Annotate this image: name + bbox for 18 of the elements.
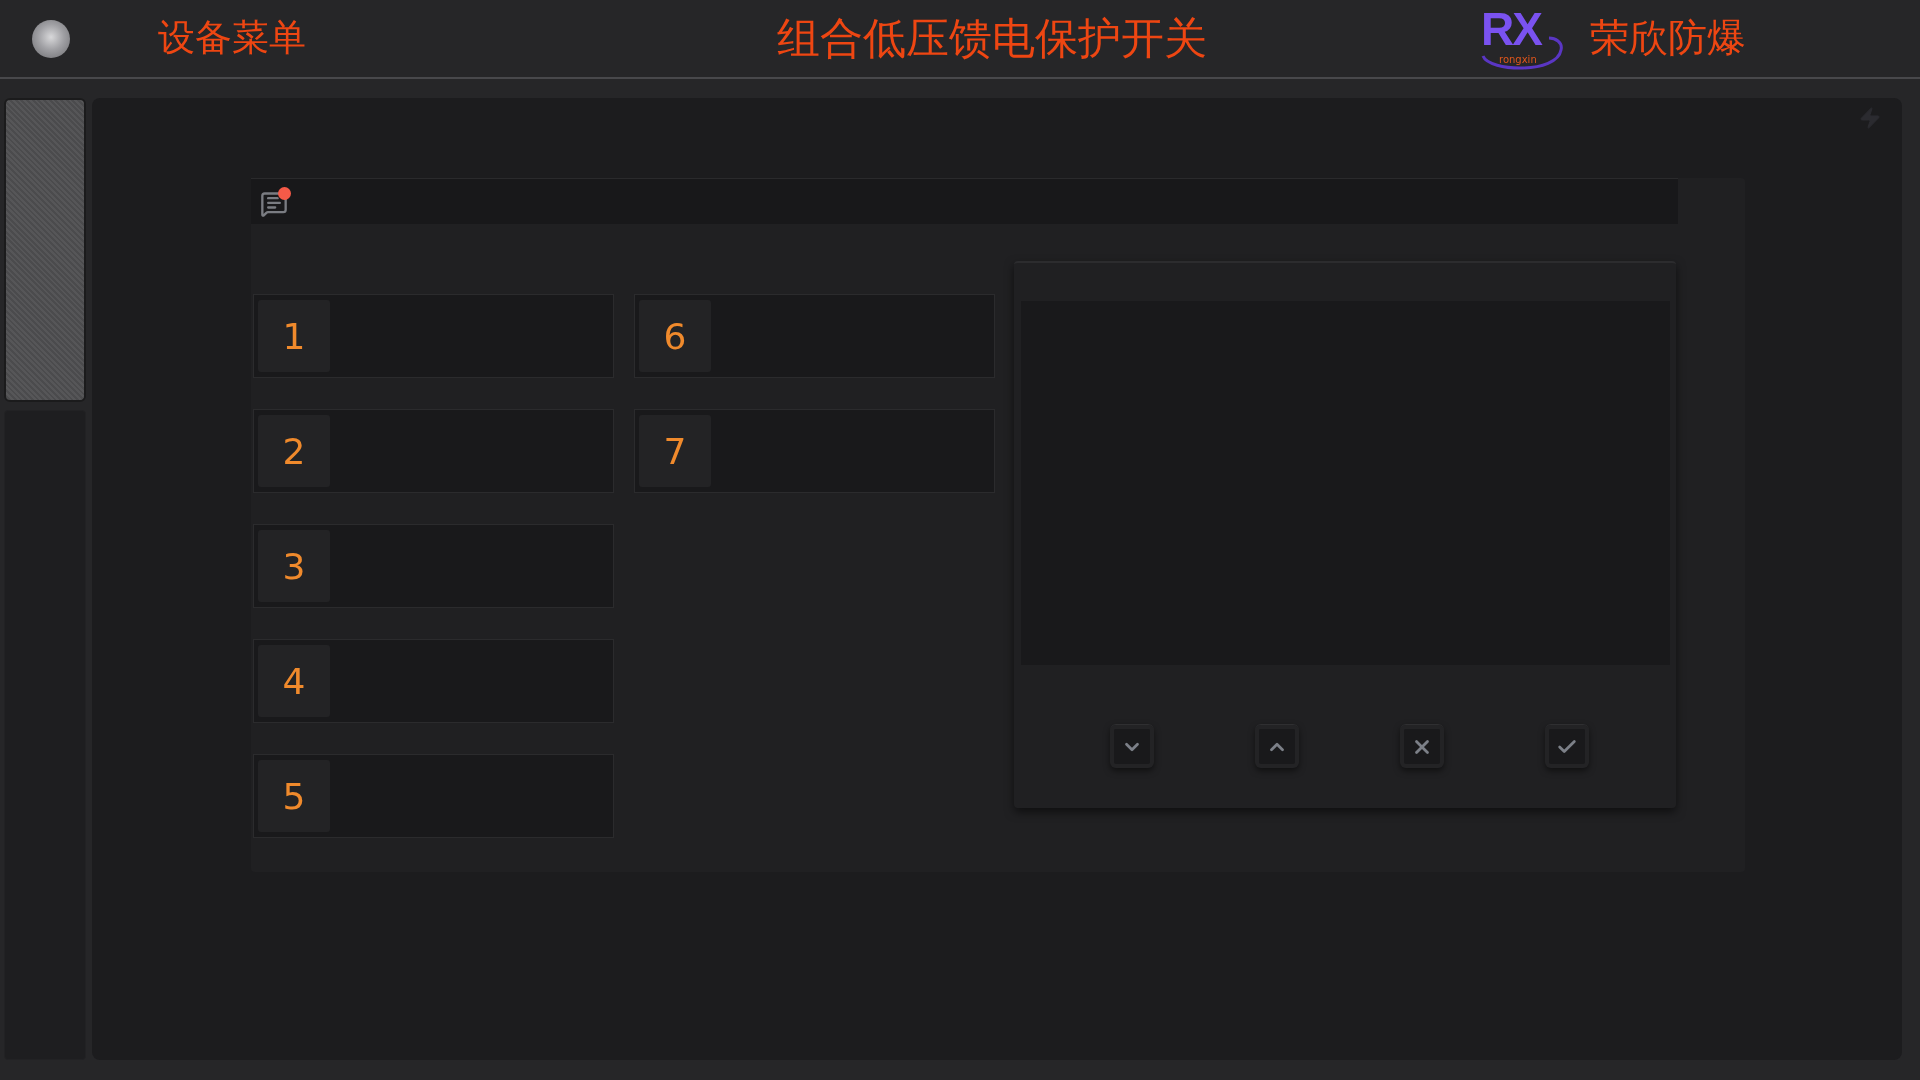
confirm-button[interactable] xyxy=(1545,724,1589,768)
number-key[interactable]: 6 xyxy=(639,300,711,372)
number-key[interactable]: 2 xyxy=(258,415,330,487)
logo-caption: rongxin xyxy=(1499,53,1537,66)
number-key[interactable]: 4 xyxy=(258,645,330,717)
menu-label[interactable]: 设备菜单 xyxy=(158,16,306,61)
chat-icon[interactable] xyxy=(260,189,288,218)
down-button[interactable] xyxy=(1110,724,1154,768)
number-key[interactable]: 3 xyxy=(258,530,330,602)
cancel-button[interactable] xyxy=(1400,724,1444,768)
number-key[interactable]: 5 xyxy=(258,760,330,832)
logo-letters: RX xyxy=(1481,5,1541,52)
company-name: 荣欣防爆 xyxy=(1590,15,1746,62)
number-key[interactable]: 1 xyxy=(258,300,330,372)
number-key[interactable]: 7 xyxy=(639,415,711,487)
round-indicator-icon xyxy=(32,19,70,58)
up-button[interactable] xyxy=(1255,724,1299,768)
page-title: 组合低压馈电保护开关 xyxy=(777,12,1207,65)
